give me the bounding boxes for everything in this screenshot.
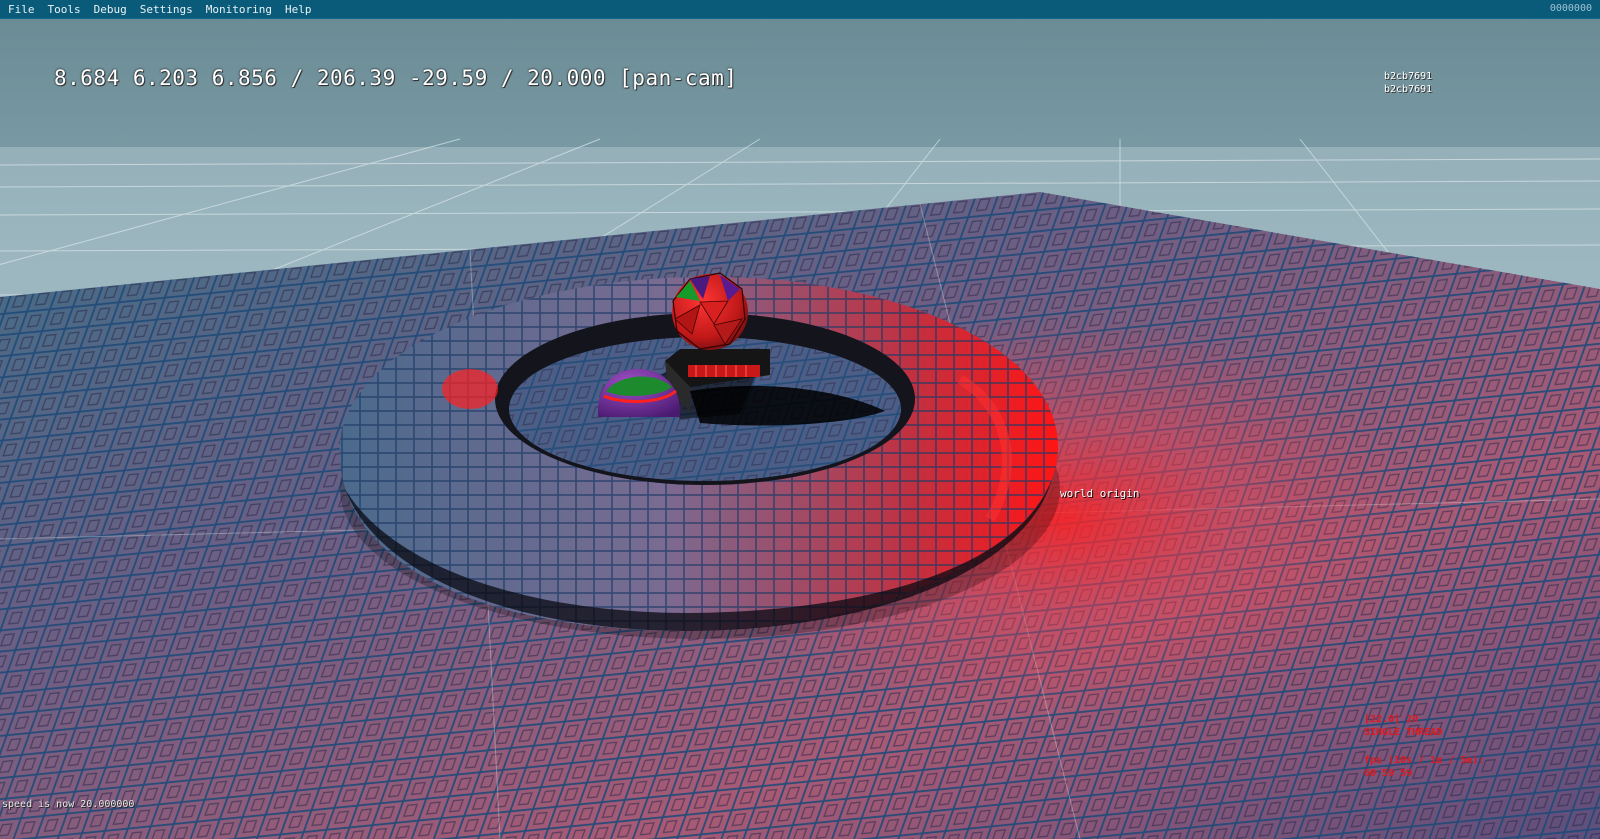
world-origin-label: world origin (1060, 487, 1140, 500)
menu-help[interactable]: Help (285, 3, 312, 16)
stats-fps-label: fps (10s / 1m / 5m): (1364, 755, 1485, 766)
build-hash-secondary: b2cb7691 (1384, 84, 1433, 95)
stats-fps-values: 60 59 59 (1364, 768, 1413, 779)
3d-viewport[interactable] (0, 19, 1600, 839)
stats-frame-info: [22.0] 20 (1364, 714, 1419, 725)
menu-bar: File Tools Debug Settings Monitoring Hel… (0, 0, 1600, 19)
stats-thread-mode: SINGLE THREAD (1364, 727, 1443, 738)
menu-monitoring[interactable]: Monitoring (206, 3, 272, 16)
camera-readout: 8.684 6.203 6.856 / 206.39 -29.59 / 20.0… (54, 66, 738, 90)
menu-file[interactable]: File (8, 3, 35, 16)
scene-render (0, 19, 1600, 839)
menu-debug[interactable]: Debug (94, 3, 127, 16)
menu-settings[interactable]: Settings (140, 3, 193, 16)
build-hash: b2cb7691 (1384, 71, 1433, 82)
speed-message: speed is now 20.000000 (2, 799, 135, 810)
menubar-status: 0000000 (1549, 3, 1592, 14)
menu-tools[interactable]: Tools (48, 3, 81, 16)
